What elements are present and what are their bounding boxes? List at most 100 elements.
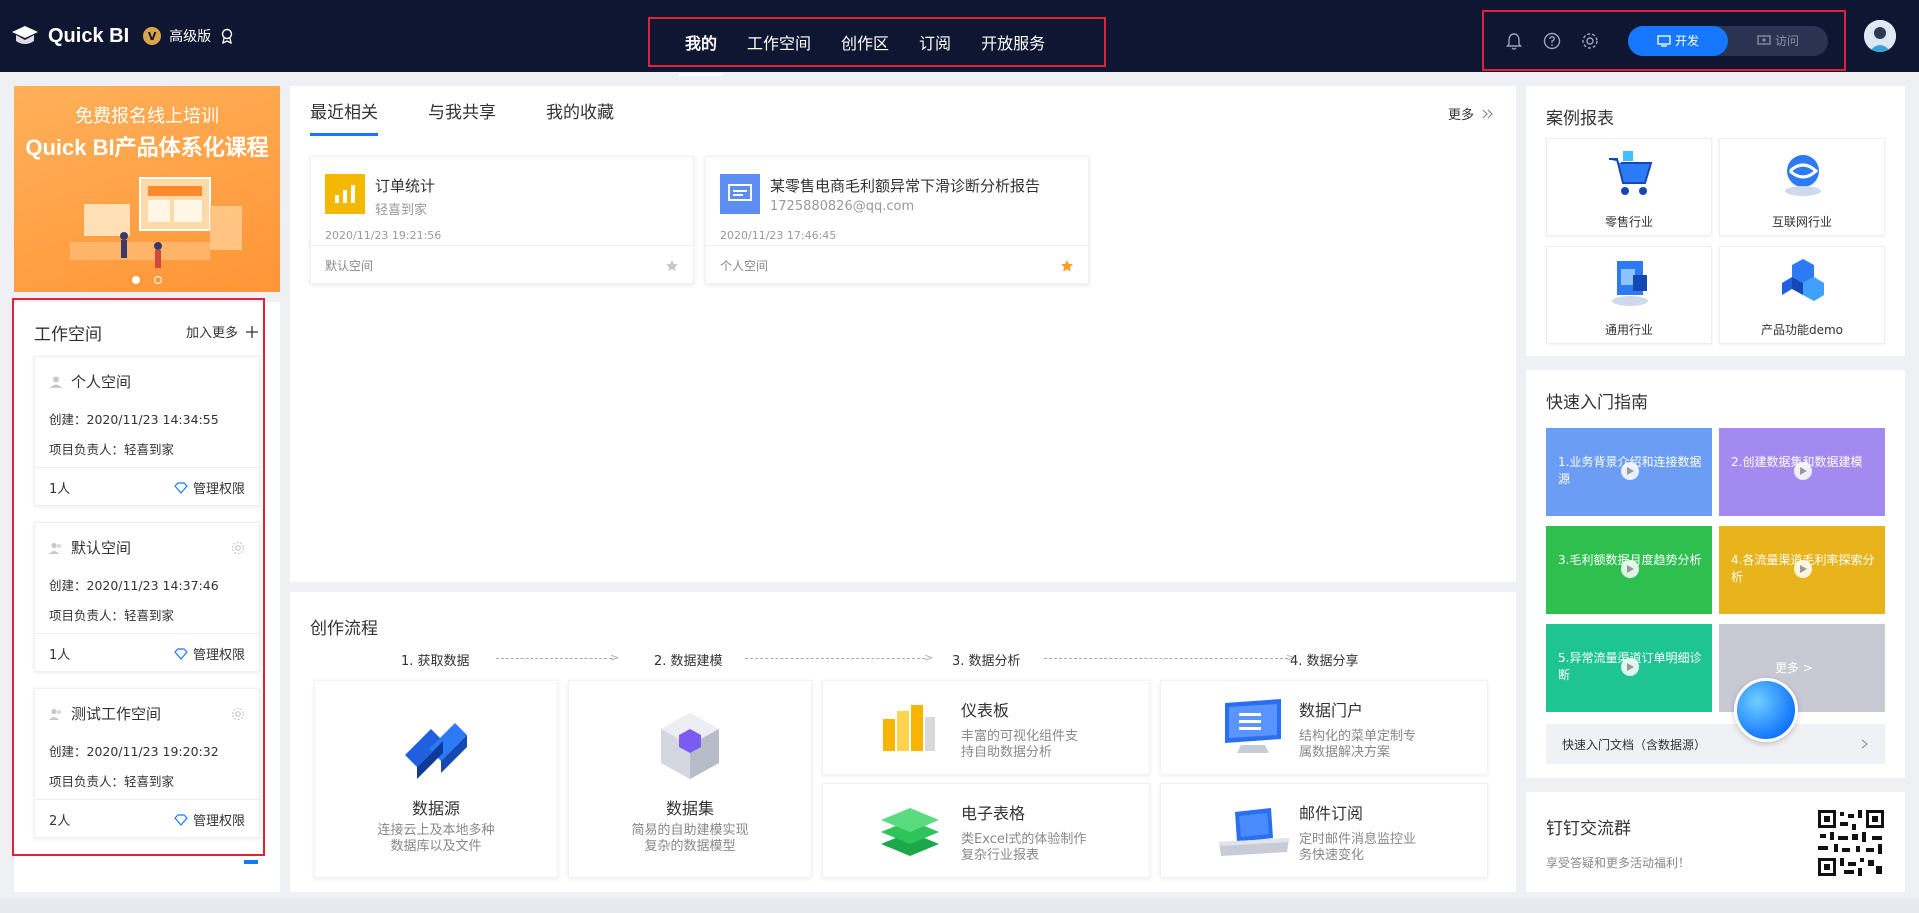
play-icon	[1621, 658, 1639, 676]
nav-subscribe[interactable]: 订阅	[919, 30, 951, 54]
workspace-card-test[interactable]: 测试工作空间 创建：2020/11/23 19:20:32 项目负责人：轻喜到家…	[34, 688, 260, 838]
banner-illustration	[70, 177, 242, 268]
arrow-right-icon: >	[610, 651, 620, 664]
flow-connector	[496, 658, 612, 659]
mode-visit-label: 访问	[1774, 34, 1799, 48]
doc-title: 订单统计	[375, 177, 436, 195]
shopping-cart-icon	[1609, 151, 1653, 195]
promo-banner[interactable]: 免费报名线上培训 Quick BI产品体系化课程	[14, 86, 280, 292]
tab-recent[interactable]: 最近相关	[310, 98, 378, 136]
workspace-title: 工作空间	[34, 325, 102, 345]
card-desc-line1: 连接云上及本地多种	[377, 823, 495, 838]
workspace-name: 默认空间	[71, 539, 132, 557]
workspace-members: 2人	[49, 814, 71, 829]
app-logo[interactable]: Quick BI V 高级版	[10, 24, 235, 48]
bell-icon[interactable]	[1504, 31, 1524, 51]
banner-dot-2[interactable]	[154, 276, 162, 284]
general-industry-icon	[1612, 261, 1648, 306]
workspace-manage-permission[interactable]: 管理权限	[174, 478, 245, 497]
nav-workspace[interactable]: 工作空间	[747, 30, 811, 54]
workspace-settings-icon[interactable]	[231, 707, 245, 721]
workspace-manage-permission[interactable]: 管理权限	[174, 810, 245, 829]
workspace-name-row: 个人空间	[49, 371, 131, 392]
nav-creation[interactable]: 创作区	[841, 30, 889, 54]
card-name: 数据集	[665, 799, 714, 818]
mode-visit-button[interactable]: 访问	[1728, 26, 1828, 56]
workspace-settings-icon[interactable]	[231, 541, 245, 555]
nav-my[interactable]: 我的	[678, 30, 724, 76]
scroll-indicator[interactable]	[244, 860, 258, 864]
card-desc-line2: 务快速变化	[1299, 848, 1365, 863]
case-label: 互联网行业	[1771, 215, 1832, 229]
settings-gear-icon[interactable]	[1580, 31, 1600, 51]
workspace-name: 测试工作空间	[71, 705, 162, 723]
eye-screen-icon	[1757, 34, 1771, 45]
qr-code-icon	[1816, 808, 1886, 878]
award-icon	[221, 28, 233, 44]
flow-card-portal[interactable]: 数据门户 结构化的菜单定制专 属数据解决方案	[1160, 680, 1488, 775]
recent-more-link[interactable]: 更多	[1448, 104, 1494, 123]
user-avatar-icon	[1864, 20, 1896, 52]
card-desc-line1: 简易的自助建模实现	[631, 823, 749, 838]
manage-permission-label: 管理权限	[192, 482, 245, 497]
card-desc-line2: 复杂的数据模型	[644, 839, 736, 854]
workspace-panel: 工作空间 加入更多 个人空间 创建：2020/11/23 14:34:55 项目…	[14, 302, 280, 892]
card-name: 数据门户	[1299, 701, 1364, 720]
guide-tile-4[interactable]: 4.各流量渠道毛利率探索分析	[1719, 526, 1885, 614]
bottom-scrollbar-area	[0, 898, 1919, 913]
header-toolbox: 开发 访问	[1482, 10, 1846, 71]
case-tile-retail[interactable]: 零售行业	[1546, 138, 1712, 236]
guide-tile-2[interactable]: 2.创建数据集和数据建模	[1719, 428, 1885, 516]
case-tile-product-demo[interactable]: 产品功能demo	[1719, 246, 1885, 344]
guide-tile-1[interactable]: 1.业务背景介绍和连接数据源	[1546, 428, 1712, 516]
flow-step-4: 4. 数据分享	[1290, 654, 1359, 669]
dingtalk-group-panel: 钉钉交流群 享受答疑和更多活动福利！	[1526, 792, 1905, 892]
mode-dev-label: 开发	[1674, 34, 1699, 48]
more-label: 更多	[1447, 108, 1474, 123]
workspace-name: 个人空间	[71, 373, 132, 391]
banner-dot-1[interactable]	[132, 276, 140, 284]
creation-flow-panel: 创作流程 1. 获取数据 > 2. 数据建模 > 3. 数据分析 > 4. 数据…	[290, 592, 1516, 892]
workspace-name-row: 测试工作空间	[49, 703, 161, 724]
card-name: 电子表格	[961, 804, 1026, 823]
recent-card-retail-report[interactable]: 某零售电商毛利额异常下滑诊断分析报告 1725880826@qq.com 202…	[705, 156, 1089, 284]
doc-space: 默认空间	[325, 259, 374, 273]
diamond-icon	[174, 647, 188, 660]
workspace-manage-permission[interactable]: 管理权限	[174, 644, 245, 663]
tab-shared-with-me[interactable]: 与我共享	[428, 98, 496, 136]
play-icon	[1794, 462, 1812, 480]
group-icon	[49, 542, 62, 554]
plus-icon	[246, 325, 258, 338]
main-nav: 我的 工作空间 创作区 订阅 开放服务	[648, 17, 1106, 76]
guide-tile-3[interactable]: 3.毛利额数据月度趋势分析	[1546, 526, 1712, 614]
diamond-icon	[174, 813, 188, 826]
star-outline-icon[interactable]	[665, 259, 679, 273]
flow-card-mail-subscription[interactable]: 邮件订阅 定时邮件消息监控业 务快速变化	[1160, 783, 1488, 878]
flow-card-spreadsheet[interactable]: 电子表格 类Excel式的体验制作 复杂行业报表	[822, 783, 1150, 878]
floating-assistant-button[interactable]	[1734, 678, 1798, 742]
mode-dev-button[interactable]: 开发	[1628, 25, 1728, 56]
case-reports-panel: 案例报表 零售行业 互联网行业 通用行业 产品功能demo	[1526, 86, 1905, 356]
workspace-card-personal[interactable]: 个人空间 创建：2020/11/23 14:34:55 项目负责人：轻喜到家 1…	[34, 356, 260, 506]
flow-card-datasource[interactable]: 数据源 连接云上及本地多种 数据库以及文件	[314, 680, 558, 878]
help-icon[interactable]	[1542, 31, 1562, 51]
case-tile-internet[interactable]: 互联网行业	[1719, 138, 1885, 236]
card-desc-line1: 定时邮件消息监控业	[1299, 832, 1417, 847]
doc-title: 某零售电商毛利额异常下滑诊断分析报告	[770, 177, 1041, 195]
workspace-owner: 项目负责人：轻喜到家	[49, 608, 175, 623]
case-tile-general[interactable]: 通用行业	[1546, 246, 1712, 344]
nav-open-service[interactable]: 开放服务	[981, 30, 1045, 54]
tab-favorites[interactable]: 我的收藏	[546, 98, 614, 136]
flow-card-dataset[interactable]: 数据集 简易的自助建模实现 复杂的数据模型	[568, 680, 812, 878]
recent-card-order-stats[interactable]: 订单统计 轻喜到家 2020/11/23 19:21:56 默认空间	[310, 156, 694, 284]
manage-permission-label: 管理权限	[192, 814, 245, 829]
workspace-add-more[interactable]: 加入更多	[186, 322, 258, 341]
workspace-card-default[interactable]: 默认空间 创建：2020/11/23 14:37:46 项目负责人：轻喜到家 1…	[34, 522, 260, 672]
report-screen-icon	[720, 174, 760, 214]
user-avatar[interactable]	[1864, 20, 1896, 52]
flow-card-dashboard[interactable]: 仪表板 丰富的可视化组件支 持自助数据分析	[822, 680, 1150, 775]
quick-start-doc-link[interactable]: 快速入门文档（含数据源）	[1546, 724, 1885, 764]
doc-time: 2020/11/23 19:21:56	[325, 229, 442, 242]
star-filled-icon[interactable]	[1060, 259, 1074, 273]
guide-tile-5[interactable]: 5.异常流量渠道订单明细诊断	[1546, 624, 1712, 712]
